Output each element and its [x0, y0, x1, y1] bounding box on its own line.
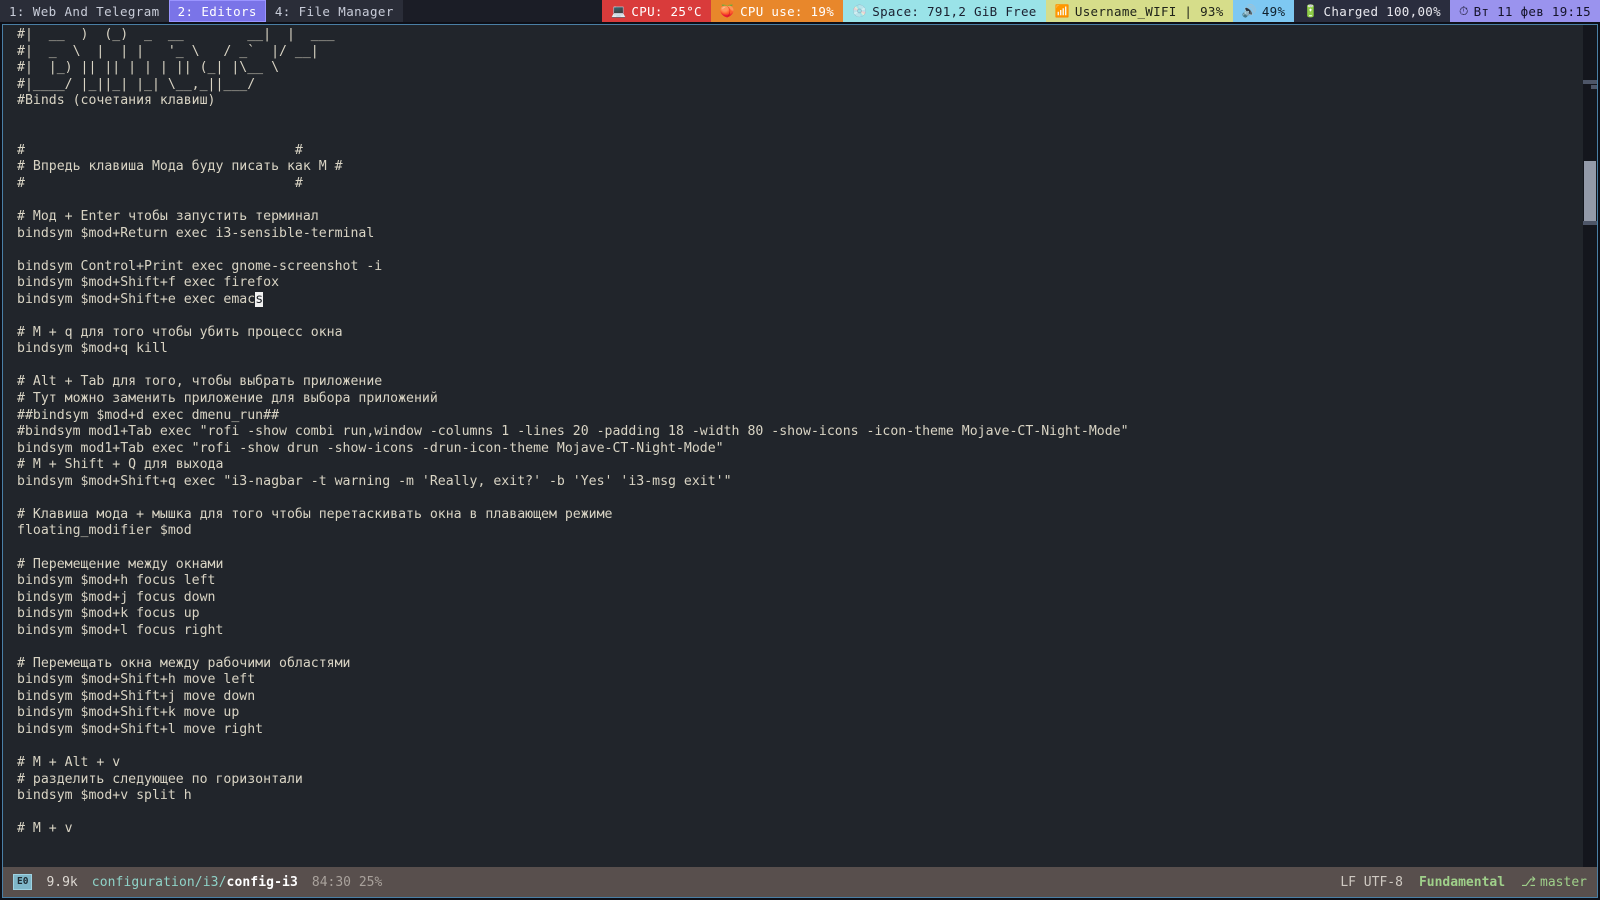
- editor-window: #| __ ) (_) _ __ __| | ___ #| _ \ | | | …: [2, 24, 1598, 898]
- editor-buffer[interactable]: #| __ ) (_) _ __ __| | ___ #| _ \ | | | …: [15, 25, 1583, 867]
- cursor-position: 84:30 25%: [311, 874, 383, 890]
- encoding-badge: E0: [13, 874, 33, 890]
- status-block-cpu-usage[interactable]: 🍑 CPU use: 19%: [710, 0, 844, 22]
- status-block-list: 💻 CPU: 25°C 🍑 CPU use: 19% 💿 Space: 791,2 GiB…: [602, 0, 1600, 22]
- status-block-disk-space[interactable]: 💿 Space: 791,2 GiB Free: [843, 0, 1046, 22]
- speaker-icon: 🔊: [1241, 4, 1257, 18]
- workspace-label: 4: File Manager: [274, 3, 394, 19]
- scrollbar-thumb[interactable]: [1584, 161, 1596, 221]
- workspace-button-1[interactable]: 1: Web And Telegram: [0, 0, 169, 22]
- status-block-cpu-temp[interactable]: 💻 CPU: 25°C: [602, 0, 711, 22]
- editor-modeline: E0 9.9k configuration/i3/config-i3 84:30…: [3, 867, 1597, 897]
- status-block-label: Space: 791,2 GiB Free: [872, 3, 1037, 19]
- workspace-label: 1: Web And Telegram: [9, 3, 160, 19]
- branch-name: master: [1540, 874, 1587, 890]
- bar-spacer: [402, 0, 603, 22]
- editor-left-fringe: [3, 25, 15, 897]
- workspace-button-2[interactable]: 2: Editors: [168, 0, 266, 22]
- workspace-label: 2: Editors: [177, 3, 257, 19]
- editor-scrollbar[interactable]: [1583, 25, 1597, 867]
- status-block-label: CPU use: 19%: [740, 3, 835, 19]
- status-block-clock[interactable]: ⏱ Вт 11 фев 19:15: [1449, 0, 1600, 22]
- chip-icon: 🍑: [719, 4, 736, 18]
- workspace-button-3[interactable]: 4: File Manager: [265, 0, 403, 22]
- status-block-wifi[interactable]: 📶 Username_WIFI | 93%: [1045, 0, 1233, 22]
- workspace-list: 1: Web And Telegram 2: Editors 4: File Man…: [0, 0, 403, 22]
- status-block-label: Вт 11 фев 19:15: [1473, 3, 1591, 19]
- version-control-status[interactable]: ⎇ master: [1521, 875, 1587, 890]
- branch-icon: ⎇: [1521, 874, 1537, 890]
- file-path[interactable]: configuration/i3/config-i3: [92, 875, 298, 890]
- major-mode: Fundamental: [1418, 874, 1506, 890]
- disk-icon: 💿: [852, 4, 868, 18]
- status-block-label: CPU: 25°C: [631, 3, 702, 19]
- i3-status-bar: 1: Web And Telegram 2: Editors 4: File Man…: [0, 0, 1600, 22]
- buffer-text[interactable]: #| __ ) (_) _ __ __| | ___ #| _ \ | | | …: [15, 25, 1583, 838]
- battery-icon: 🔋: [1303, 4, 1319, 18]
- status-block-battery[interactable]: 🔋 Charged 100,00%: [1294, 0, 1450, 22]
- file-path-name: config-i3: [226, 874, 298, 890]
- status-block-volume[interactable]: 🔊 49%: [1232, 0, 1295, 22]
- status-block-label: 49%: [1261, 3, 1286, 19]
- clock-icon: ⏱: [1458, 4, 1469, 18]
- laptop-icon: 💻: [611, 4, 627, 18]
- status-block-label: Username_WIFI | 93%: [1074, 3, 1224, 19]
- line-ending-encoding: LF UTF-8: [1340, 874, 1403, 890]
- file-size: 9.9k: [46, 874, 78, 890]
- text-cursor: s: [255, 291, 264, 307]
- wifi-icon: 📶: [1054, 4, 1070, 18]
- status-block-label: Charged 100,00%: [1323, 3, 1441, 19]
- file-path-dir: configuration/i3/: [91, 874, 227, 890]
